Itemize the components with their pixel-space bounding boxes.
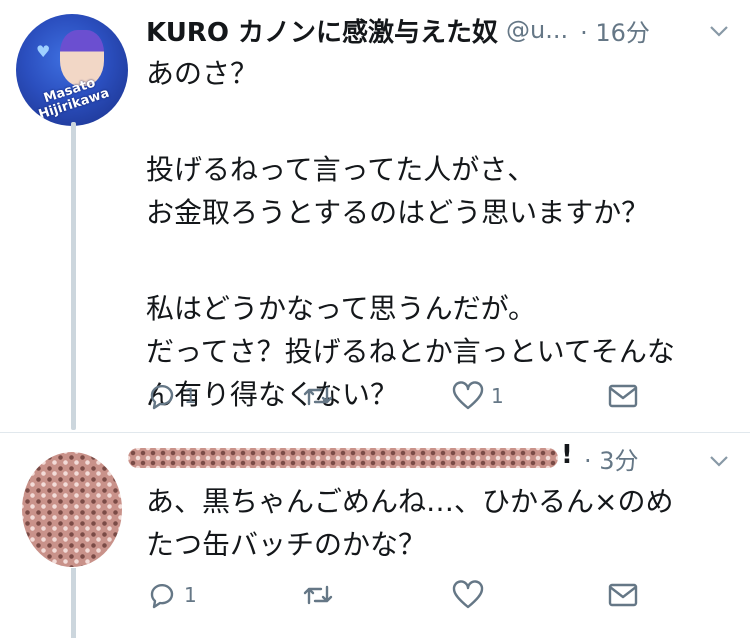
retweet-button[interactable] [301,380,341,412]
tweet-line: あのさ？ [146,57,259,90]
avatar-redacted[interactable] [22,452,122,567]
tweet-line: たつ缶バッチのかな？ [146,528,427,561]
like-icon [452,381,484,410]
tweet-line: あ、黒ちゃんごめんね…、ひかるん×のめ [146,485,674,518]
like-button[interactable] [451,579,491,611]
like-count: 1 [491,384,504,408]
chevron-down-icon[interactable] [708,20,730,42]
redacted-author-name[interactable] [128,448,558,468]
dm-icon [608,384,638,408]
tweet-divider [0,432,750,433]
tweet-header: · 3分 [584,438,639,478]
tweet-time[interactable]: · 16分 [580,13,650,48]
author-handle[interactable]: @u... [506,16,568,44]
dm-button[interactable] [606,579,640,611]
reply-icon [150,384,174,410]
chevron-down-icon[interactable] [708,450,730,472]
reply-button[interactable]: 1 [146,579,197,611]
reply-count: 1 [184,583,197,607]
like-icon [452,580,484,609]
dm-icon [608,583,638,607]
retweet-icon [303,585,333,605]
retweet-icon [303,386,333,406]
tweet-line: だってさ？投げるねとか言っといてそんな [146,335,675,368]
tweet-actions: 1 1 [146,380,646,416]
tweet-text: あ、黒ちゃんごめんね…、ひかるん×のめ たつ缶バッチのかな？ [146,483,673,564]
thread-line [71,122,76,430]
tweet-time[interactable]: · 3分 [584,441,639,476]
tweet-line: 投げるねって言ってた人がさ、 [146,153,536,186]
tweet-text: あのさ？ 投げるねって言ってた人がさ、 お金取ろうとするのはどう思いますか？ 私… [146,55,675,414]
tweet-line: お金取ろうとするのはどう思いますか？ [146,196,650,229]
tweet-line: 私はどうかなって思うんだが。 [146,292,537,325]
thread-line [71,568,76,638]
reply-icon [150,583,174,609]
heart-icon: ♥ [36,42,51,61]
tweet-header: KURO カノンに感激与えた奴 @u... · 16分 [146,10,650,50]
author-name-suffix: ! [561,440,573,470]
retweet-button[interactable] [301,579,341,611]
reply-count: 1 [184,384,197,408]
like-button[interactable]: 1 [451,380,504,412]
reply-button[interactable]: 1 [146,380,197,412]
dm-button[interactable] [606,380,640,412]
author-name[interactable]: KURO カノンに感激与えた奴 [146,12,498,49]
tweet-actions: 1 [146,579,646,615]
avatar[interactable]: ♥ Masato Hijirikawa [16,14,128,126]
